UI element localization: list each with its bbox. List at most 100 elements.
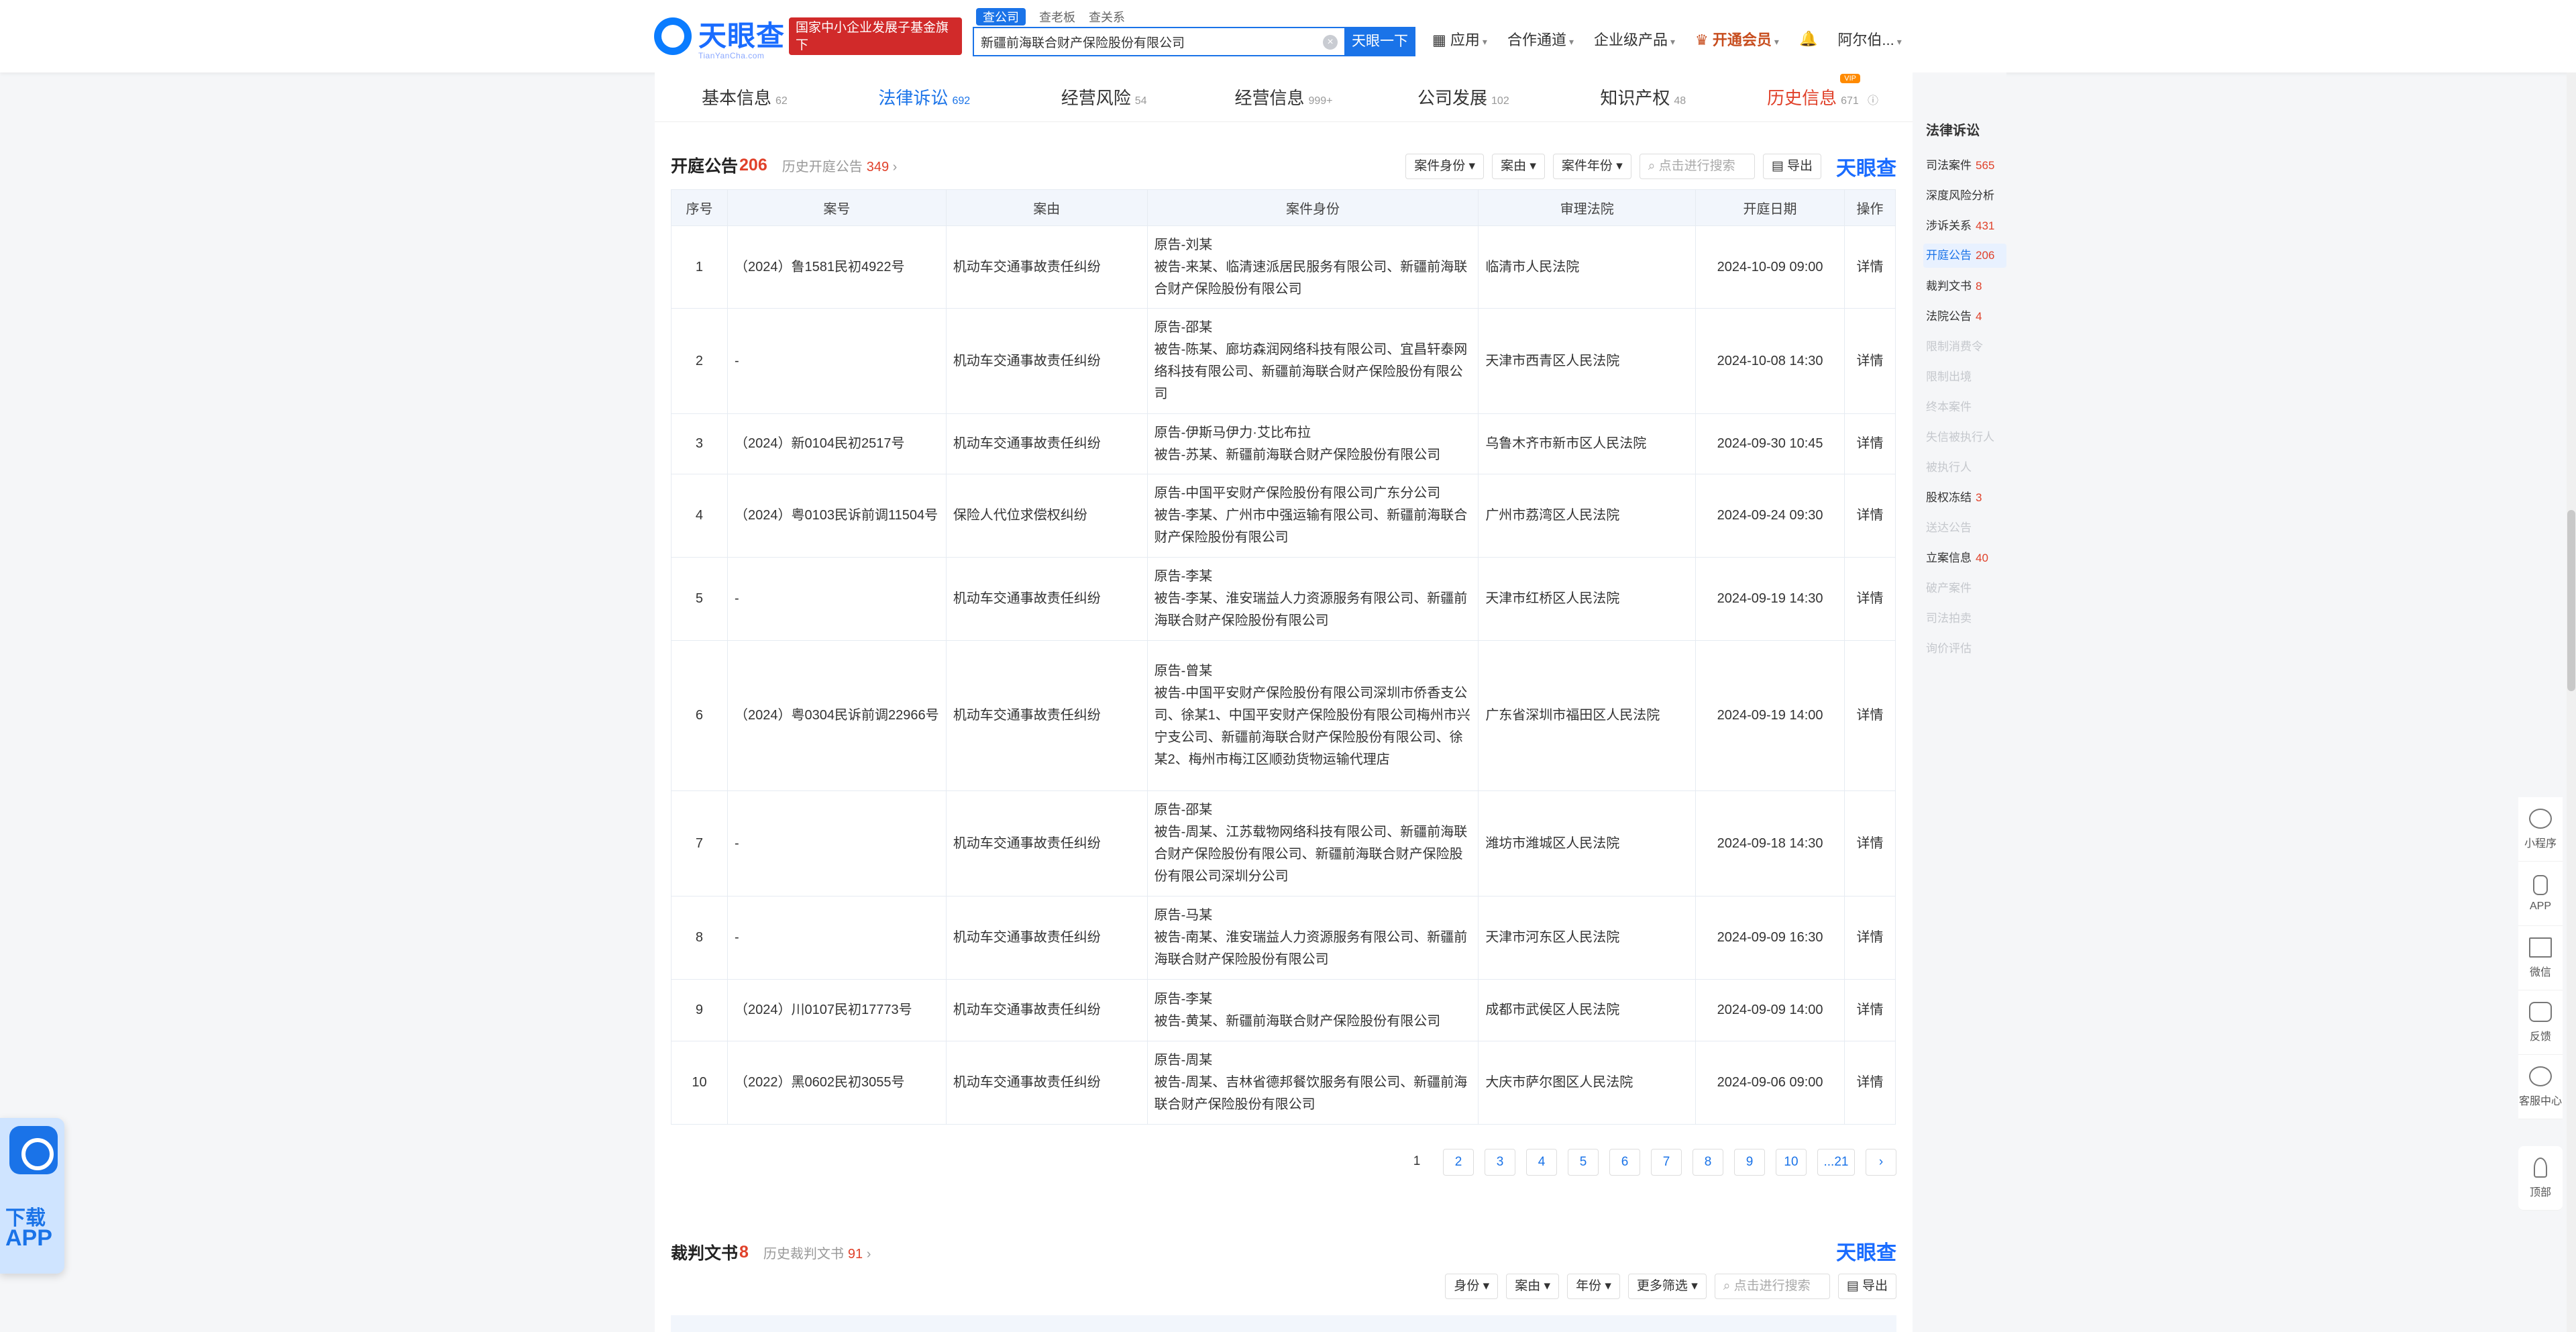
- plaintiff: 原告-中国平安财产保险股份有限公司广东分公司: [1154, 486, 1441, 501]
- case-number-link[interactable]: （2024）粤0103民诉前调11504号: [727, 474, 947, 558]
- sidebar-item[interactable]: 司法案件 565: [1926, 150, 2006, 181]
- filter-year[interactable]: 年份 ▾: [1567, 1274, 1620, 1299]
- filter-role[interactable]: 身份 ▾: [1445, 1274, 1499, 1299]
- export-button[interactable]: ▤ 导出: [1762, 154, 1821, 179]
- case-number-link[interactable]: （2024）鲁1581民初4922号: [727, 225, 947, 309]
- page-link[interactable]: 6: [1609, 1149, 1640, 1176]
- filter-case-role[interactable]: 案件身份 ▾: [1405, 154, 1485, 179]
- tab-history[interactable]: VIP 历史信息 671 ⓘ: [1733, 74, 1913, 109]
- history-label: 历史开庭公告: [782, 159, 863, 174]
- export-button[interactable]: ▤ 导出: [1837, 1274, 1896, 1299]
- search-button[interactable]: 天眼一下: [1344, 27, 1415, 56]
- sidebar-item[interactable]: 法院公告 4: [1926, 301, 2006, 331]
- detail-link[interactable]: 详情: [1844, 413, 1896, 474]
- section-head-judgments: 裁判文书 8 历史裁判文书 91 ›: [671, 1240, 871, 1264]
- filter-reason[interactable]: 案由 ▾: [1506, 1274, 1560, 1299]
- col-header: 操作: [1844, 189, 1896, 226]
- page-link[interactable]: 3: [1485, 1149, 1515, 1176]
- filter-more[interactable]: 更多筛选 ▾: [1627, 1274, 1707, 1299]
- page-link[interactable]: 7: [1651, 1149, 1682, 1176]
- app-download-badge[interactable]: 下载 APP: [0, 1118, 64, 1274]
- nav-apps[interactable]: ▦ 应用 ▾: [1432, 28, 1487, 50]
- case-number-link[interactable]: （2024）新0104民初2517号: [727, 413, 947, 474]
- service-button[interactable]: 客服中心: [2518, 1055, 2563, 1119]
- history-link[interactable]: 历史裁判文书 91 ›: [763, 1243, 871, 1262]
- sidebar-item[interactable]: 裁判文书 8: [1926, 271, 2006, 301]
- help-icon[interactable]: ⓘ: [1868, 95, 1878, 107]
- tab-basic-info[interactable]: 基本信息 62: [655, 85, 835, 109]
- tab-ip[interactable]: 知识产权 48: [1553, 85, 1733, 109]
- case-number: -: [727, 790, 947, 896]
- nav-vip[interactable]: ♛ 开通会员 ▾: [1695, 28, 1779, 50]
- sidebar-item[interactable]: 立案信息 40: [1926, 543, 2006, 573]
- page-scrollbar[interactable]: [2567, 72, 2576, 1332]
- back-to-top-button[interactable]: 顶部: [2518, 1146, 2563, 1211]
- nav-enterprise[interactable]: 企业级产品 ▾: [1594, 28, 1675, 50]
- defendant: 被告-周某、江苏载物网络科技有限公司、新疆前海联合财产保险股份有限公司、新疆前海…: [1154, 825, 1468, 884]
- category-tabs: 基本信息 62 法律诉讼 692 经营风险 54 经营信息 999+ 公司发展 102 知…: [655, 72, 1913, 122]
- detail-link[interactable]: 详情: [1844, 308, 1896, 414]
- search-tab-relation[interactable]: 查关系: [1089, 8, 1125, 25]
- search-tab-company[interactable]: 查公司: [976, 8, 1026, 25]
- table-row: 9 （2024）川0107民初17773号 机动车交通事故责任纠纷 原告-李某被…: [671, 979, 1896, 1041]
- history-link[interactable]: 历史开庭公告 349 ›: [782, 156, 898, 175]
- detail-link[interactable]: 详情: [1844, 979, 1896, 1041]
- feedback-button[interactable]: 反馈: [2518, 990, 2563, 1055]
- page-link[interactable]: 4: [1526, 1149, 1557, 1176]
- page-link[interactable]: 8: [1693, 1149, 1723, 1176]
- page-link[interactable]: 2: [1443, 1149, 1474, 1176]
- filter-case-reason[interactable]: 案由 ▾: [1492, 154, 1545, 179]
- logo-subtext: TianYanCha.com: [698, 51, 765, 60]
- page-link[interactable]: 5: [1568, 1149, 1599, 1176]
- nav-partner[interactable]: 合作通道 ▾: [1507, 28, 1574, 50]
- detail-link[interactable]: 详情: [1844, 1041, 1896, 1125]
- col-header: 序号: [671, 189, 728, 226]
- page-link[interactable]: 10: [1776, 1149, 1807, 1176]
- detail-link[interactable]: 详情: [1844, 557, 1896, 641]
- search-input[interactable]: 新疆前海联合财产保险股份有限公司 ×: [973, 27, 1344, 56]
- detail-link[interactable]: 详情: [1844, 896, 1896, 980]
- filter-search-input[interactable]: ⌕ 点击进行搜索: [1714, 1274, 1830, 1299]
- search-tab-boss[interactable]: 查老板: [1039, 8, 1075, 25]
- table-row: 2 - 机动车交通事故责任纠纷 原告-邵某 被告-陈某、廊坊森润网络科技有限公司、…: [671, 308, 1896, 414]
- tab-operation[interactable]: 经营信息 999+: [1194, 85, 1374, 109]
- page-link[interactable]: ...21: [1817, 1149, 1855, 1176]
- sidebar-item[interactable]: 股权冻结 3: [1926, 482, 2006, 513]
- page-link[interactable]: 9: [1734, 1149, 1765, 1176]
- scrollbar-thumb[interactable]: [2567, 510, 2575, 691]
- next-page-icon[interactable]: ›: [1866, 1149, 1896, 1176]
- case-number-link[interactable]: （2022）黑0602民初3055号: [727, 1041, 947, 1125]
- cell-reason: 机动车交通事故责任纠纷: [945, 308, 1148, 414]
- wechat-button[interactable]: 微信: [2518, 926, 2563, 990]
- tab-count: 692: [952, 95, 971, 107]
- tab-risk[interactable]: 经营风险 54: [1014, 85, 1194, 109]
- sidebar-item[interactable]: 涉诉关系 431: [1926, 211, 2006, 241]
- tab-development[interactable]: 公司发展 102: [1373, 85, 1553, 109]
- nav-user[interactable]: 阿尔伯... ▾: [1837, 28, 1901, 50]
- detail-link[interactable]: 详情: [1844, 474, 1896, 558]
- defendant: 被告-李某、淮安瑞益人力资源服务有限公司、新疆前海联合财产保险股份有限公司: [1154, 591, 1468, 628]
- cell-reason: 机动车交通事故责任纠纷: [945, 557, 1148, 641]
- cell-date: 2024-09-18 14:30: [1695, 790, 1845, 896]
- detail-link[interactable]: 详情: [1844, 790, 1896, 896]
- sidebar-item-count: 431: [1976, 219, 1995, 232]
- bell-icon[interactable]: 🔔: [1799, 30, 1817, 48]
- app-button[interactable]: APP: [2518, 862, 2563, 926]
- cell-index: 7: [671, 790, 728, 896]
- detail-link[interactable]: 详情: [1844, 225, 1896, 309]
- tab-legal[interactable]: 法律诉讼 692: [835, 85, 1014, 109]
- detail-link[interactable]: 详情: [1844, 640, 1896, 791]
- site-logo[interactable]: 天眼查 TianYanCha.com: [654, 15, 785, 60]
- case-number-link[interactable]: （2024）粤0304民诉前调22966号: [727, 640, 947, 791]
- filter-case-year[interactable]: 案件年份 ▾: [1552, 154, 1631, 179]
- sidebar-item[interactable]: 深度风险分析: [1926, 181, 2006, 211]
- cell-parties: 原告-中国平安财产保险股份有限公司广东分公司 被告-李某、广州市中强运输有限公司、…: [1146, 474, 1479, 558]
- judgment-table-header: [671, 1315, 1896, 1332]
- miniprogram-button[interactable]: 小程序: [2518, 797, 2563, 862]
- sidebar-item-active[interactable]: 开庭公告 206: [1923, 244, 2006, 268]
- case-number-link[interactable]: （2024）川0107民初17773号: [727, 979, 947, 1041]
- sidebar-item-disabled: 询价评估: [1926, 633, 2006, 664]
- filter-search-input[interactable]: ⌕ 点击进行搜索: [1639, 154, 1755, 179]
- clear-icon[interactable]: ×: [1323, 35, 1338, 50]
- table-row: 10 （2022）黑0602民初3055号 机动车交通事故责任纠纷 原告-周某被…: [671, 1041, 1896, 1125]
